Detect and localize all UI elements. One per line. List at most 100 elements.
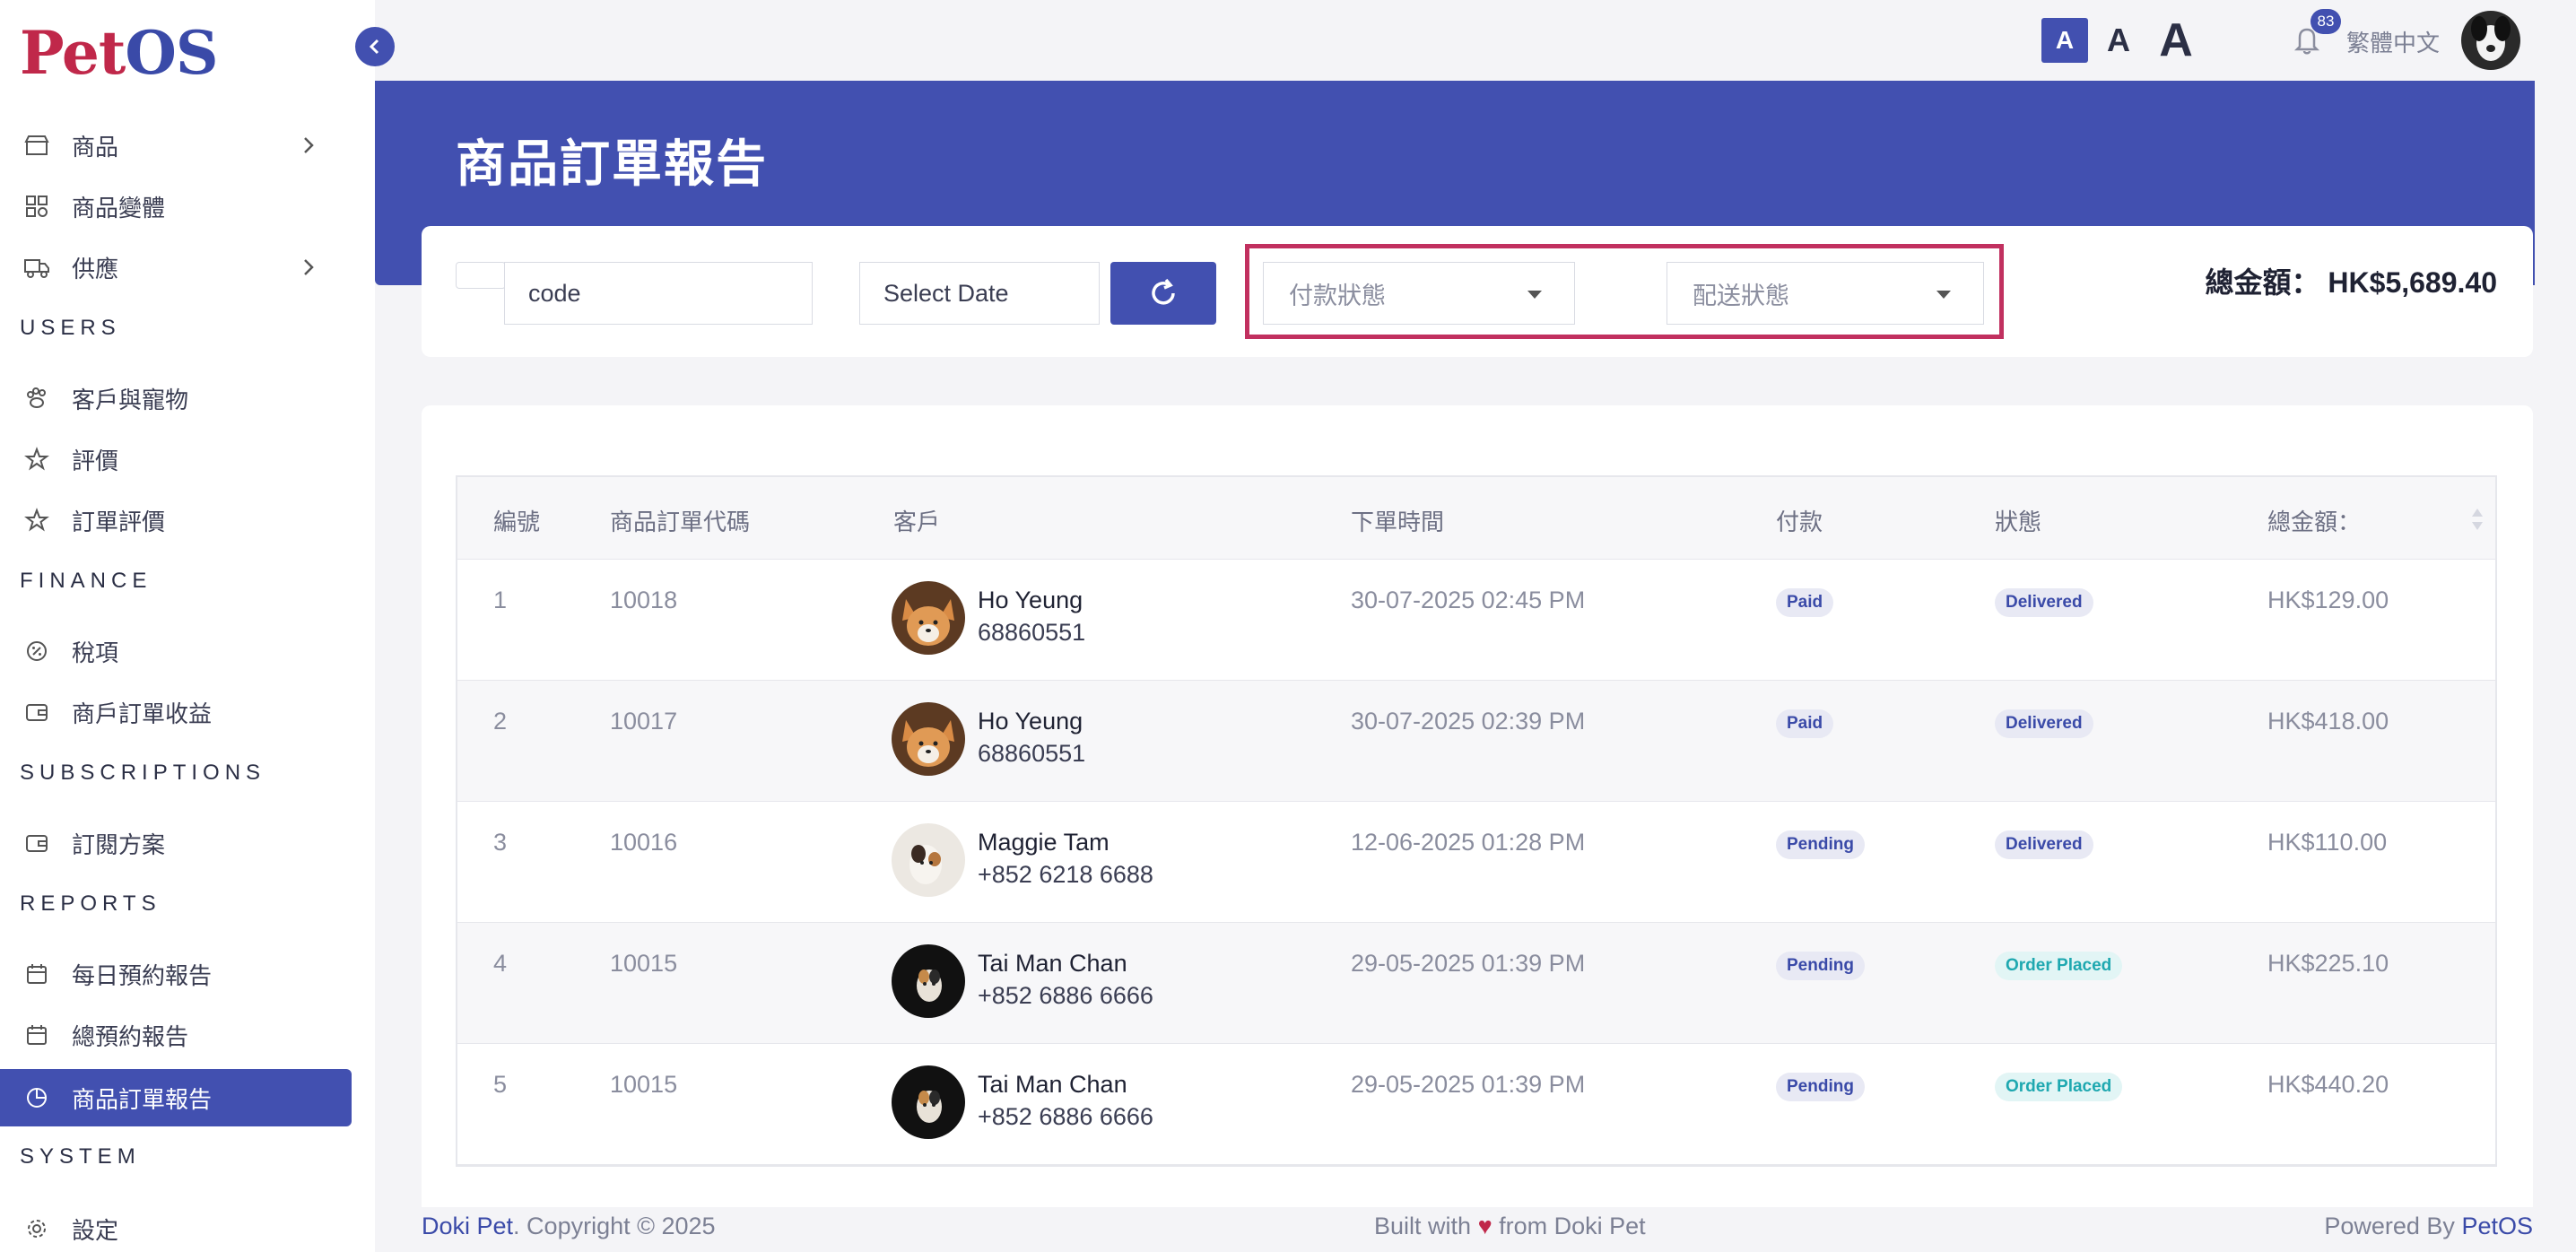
customer-avatar bbox=[892, 1065, 965, 1139]
table-header: 編號 商品訂單代碼 客戶 下單時間 付款 狀態 總金額： bbox=[457, 477, 2495, 560]
sidebar-item-customers-pets[interactable]: 客戶與寵物 bbox=[0, 370, 352, 427]
footer-brand-link[interactable]: Doki Pet bbox=[422, 1213, 513, 1239]
header-customer[interactable]: 客戶 bbox=[893, 504, 940, 537]
sidebar-item-label: 商品訂單報告 bbox=[72, 1085, 213, 1113]
order-code-input[interactable]: code bbox=[504, 262, 813, 325]
sidebar-item-label: 訂閱方案 bbox=[72, 830, 166, 858]
sidebar-item-label: 訂單評價 bbox=[72, 508, 166, 535]
payment-badge: Pending bbox=[1776, 1073, 1865, 1101]
delivery-status-select[interactable]: 配送狀態 bbox=[1667, 262, 1984, 325]
table-row[interactable]: 5 10015 Tai Man Chan +852 6886 6666 29-0… bbox=[457, 1044, 2495, 1165]
sidebar-item-supply[interactable]: 供應 bbox=[0, 239, 352, 296]
heart-icon: ♥ bbox=[1477, 1213, 1493, 1239]
cell-no: 4 bbox=[493, 950, 508, 977]
section-subscriptions: SUBSCRIPTIONS bbox=[20, 761, 266, 785]
font-size-medium-button[interactable]: A bbox=[2099, 18, 2138, 63]
grand-total: 總金額： HK$5,689.40 bbox=[2206, 260, 2497, 301]
store-icon bbox=[23, 132, 50, 159]
user-avatar[interactable] bbox=[2461, 11, 2520, 70]
section-reports: REPORTS bbox=[20, 891, 161, 916]
table-row[interactable]: 2 10017 Ho Yeung 68860551 30-07-2025 02:… bbox=[457, 681, 2495, 802]
date-picker-input[interactable]: Select Date bbox=[859, 262, 1100, 325]
section-system: SYSTEM bbox=[20, 1144, 141, 1169]
grand-total-value: HK$5,689.40 bbox=[2328, 266, 2497, 299]
header-status[interactable]: 狀態 bbox=[1995, 504, 2041, 537]
status-badge: Order Placed bbox=[1995, 1073, 2123, 1101]
font-size-large-button[interactable]: A bbox=[2149, 14, 2203, 66]
status-badge: Delivered bbox=[1995, 588, 2093, 617]
sidebar-item-daily-booking-report[interactable]: 每日預約報告 bbox=[0, 945, 352, 1003]
sidebar-item-label: 商品變體 bbox=[72, 194, 166, 222]
sidebar-item-products[interactable]: 商品 bbox=[0, 117, 352, 174]
cell-amount: HK$129.00 bbox=[2267, 587, 2389, 613]
payment-status-placeholder: 付款狀態 bbox=[1289, 282, 1386, 309]
cell-order-time: 29-05-2025 01:39 PM bbox=[1351, 1071, 1586, 1098]
footer-copyright: Doki Pet. Copyright © 2025 bbox=[422, 1213, 716, 1240]
header-payment[interactable]: 付款 bbox=[1776, 504, 1823, 537]
sidebar-item-merchant-revenue[interactable]: 商戶訂單收益 bbox=[0, 683, 352, 741]
cell-order-code: 10017 bbox=[610, 708, 678, 735]
caret-down-icon bbox=[1527, 291, 1542, 299]
cell-amount: HK$225.10 bbox=[2267, 950, 2389, 977]
variants-icon bbox=[23, 193, 50, 220]
customer-name: Tai Man Chan bbox=[978, 950, 1127, 977]
header-no[interactable]: 編號 bbox=[493, 504, 540, 537]
sidebar-item-label: 稅項 bbox=[72, 639, 119, 666]
table-row[interactable]: 1 10018 Ho Yeung 68860551 30-07-2025 02:… bbox=[457, 560, 2495, 681]
sidebar-item-tax[interactable]: 稅項 bbox=[0, 622, 352, 680]
notification-count-badge: 83 bbox=[2311, 9, 2341, 34]
section-finance: FINANCE bbox=[20, 569, 152, 593]
cell-order-time: 30-07-2025 02:45 PM bbox=[1351, 587, 1586, 613]
language-selector[interactable]: 繁體中文 bbox=[2346, 25, 2440, 58]
cell-order-time: 30-07-2025 02:39 PM bbox=[1351, 708, 1586, 735]
footer-built-with: Built with ♥ from Doki Pet bbox=[1374, 1213, 1646, 1240]
header-total[interactable]: 總金額： bbox=[2267, 504, 2361, 537]
sidebar-item-label: 商戶訂單收益 bbox=[72, 700, 213, 727]
gear-icon bbox=[23, 1215, 50, 1242]
sidebar-item-label: 設定 bbox=[72, 1216, 119, 1244]
table-row[interactable]: 3 10016 Maggie Tam +852 6218 6688 12-06-… bbox=[457, 802, 2495, 923]
payment-status-select[interactable]: 付款狀態 bbox=[1263, 262, 1575, 325]
petos-logo[interactable]: PetOS bbox=[20, 18, 219, 88]
collapse-sidebar-button[interactable] bbox=[355, 27, 395, 66]
sidebar-item-subscription-plans[interactable]: 訂閱方案 bbox=[0, 814, 352, 872]
cell-order-time: 12-06-2025 01:28 PM bbox=[1351, 829, 1586, 856]
sidebar-item-order-reviews[interactable]: 訂單評價 bbox=[0, 491, 352, 549]
cell-no: 2 bbox=[493, 708, 508, 735]
font-size-small-button[interactable]: A bbox=[2041, 18, 2088, 63]
customer-phone: 68860551 bbox=[978, 619, 1086, 646]
customer-phone: +852 6886 6666 bbox=[978, 982, 1153, 1009]
cell-order-code: 10015 bbox=[610, 1071, 678, 1098]
table-row[interactable]: 4 10015 Tai Man Chan +852 6886 6666 29-0… bbox=[457, 923, 2495, 1044]
sidebar-item-variants[interactable]: 商品變體 bbox=[0, 178, 352, 235]
pie-chart-icon bbox=[23, 1084, 50, 1111]
orders-table: 編號 商品訂單代碼 客戶 下單時間 付款 狀態 總金額： 1 10018 Ho … bbox=[456, 475, 2497, 1167]
cell-order-code: 10016 bbox=[610, 829, 678, 856]
sidebar-item-product-order-report[interactable]: 商品訂單報告 bbox=[0, 1069, 352, 1126]
star-icon bbox=[23, 446, 50, 473]
payment-badge: Paid bbox=[1776, 709, 1834, 738]
sidebar-item-label: 總預約報告 bbox=[72, 1022, 189, 1050]
header-order-code[interactable]: 商品訂單代碼 bbox=[610, 504, 750, 537]
refresh-button[interactable] bbox=[1110, 262, 1216, 325]
sidebar-item-reviews[interactable]: 評價 bbox=[0, 430, 352, 488]
status-badge: Order Placed bbox=[1995, 952, 2123, 980]
customer-name: Tai Man Chan bbox=[978, 1071, 1127, 1098]
refresh-icon bbox=[1152, 278, 1175, 305]
sidebar-item-total-booking-report[interactable]: 總預約報告 bbox=[0, 1006, 352, 1064]
customer-name: Maggie Tam bbox=[978, 829, 1110, 856]
sidebar-item-label: 每日預約報告 bbox=[72, 961, 213, 989]
footer-copyright-text: . Copyright © 2025 bbox=[513, 1213, 716, 1239]
header-order-time[interactable]: 下單時間 bbox=[1351, 504, 1444, 537]
sidebar-item-label: 供應 bbox=[72, 255, 119, 283]
chevron-right-icon bbox=[296, 133, 321, 158]
caret-down-icon bbox=[1936, 291, 1951, 299]
sidebar-item-settings[interactable]: 設定 bbox=[0, 1200, 352, 1252]
filter-toggle-box[interactable] bbox=[456, 262, 506, 289]
footer-built-post: from Doki Pet bbox=[1499, 1213, 1646, 1239]
payment-badge: Pending bbox=[1776, 830, 1865, 859]
sort-icon[interactable] bbox=[2470, 506, 2485, 533]
customer-avatar bbox=[892, 702, 965, 776]
calendar-icon bbox=[23, 1022, 50, 1048]
footer-petos-link[interactable]: PetOS bbox=[2461, 1213, 2533, 1239]
